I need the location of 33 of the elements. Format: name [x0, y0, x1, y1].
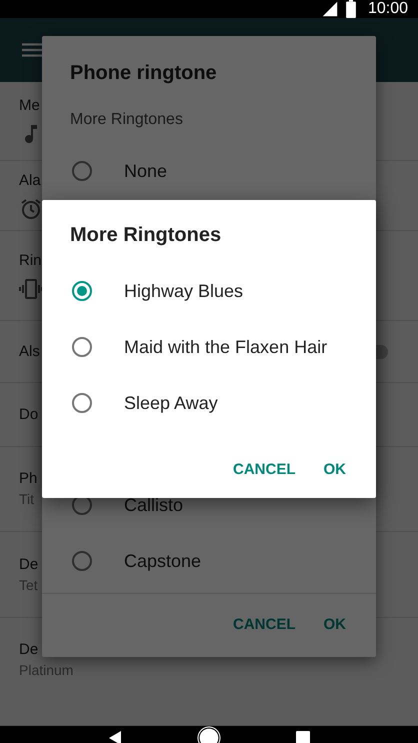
status-time: 10:00: [368, 0, 408, 18]
setting-title: Ala: [19, 170, 41, 190]
cancel-button[interactable]: CANCEL: [223, 453, 306, 486]
setting-title: Als: [19, 342, 40, 362]
setting-title: Me: [19, 96, 40, 116]
radio-button[interactable]: [72, 551, 92, 571]
back-icon[interactable]: [107, 730, 123, 743]
radio-button[interactable]: [72, 393, 92, 413]
ok-button[interactable]: OK: [314, 453, 356, 486]
cancel-button[interactable]: CANCEL: [223, 608, 306, 641]
battery-icon: [346, 0, 356, 18]
setting-title: Do: [19, 404, 38, 424]
ringtone-option[interactable]: Highway Blues: [124, 279, 244, 303]
dialog-title: Phone ringtone: [69, 61, 218, 85]
ringtone-option[interactable]: None: [124, 159, 168, 183]
recents-icon[interactable]: [295, 730, 311, 743]
home-icon[interactable]: [197, 726, 221, 743]
setting-title: De: [19, 640, 38, 660]
alarm-clock-icon: [19, 196, 43, 220]
setting-title: Ph: [19, 469, 38, 489]
section-label: More Ringtones: [69, 110, 184, 129]
ok-button[interactable]: OK: [314, 608, 356, 641]
setting-title: De: [19, 554, 38, 574]
vibrate-icon: [19, 276, 43, 300]
radio-button[interactable]: [72, 161, 92, 181]
radio-button[interactable]: [72, 337, 92, 357]
dialog-title: More Ringtones: [69, 223, 222, 248]
radio-button[interactable]: [72, 281, 92, 301]
setting-title: Rin: [19, 250, 42, 270]
ringtone-option[interactable]: Sleep Away: [124, 391, 218, 415]
ringtone-option[interactable]: Maid with the Flaxen Hair: [124, 335, 328, 359]
ringtone-option[interactable]: Capstone: [124, 549, 202, 573]
menu-icon[interactable]: [22, 43, 42, 57]
